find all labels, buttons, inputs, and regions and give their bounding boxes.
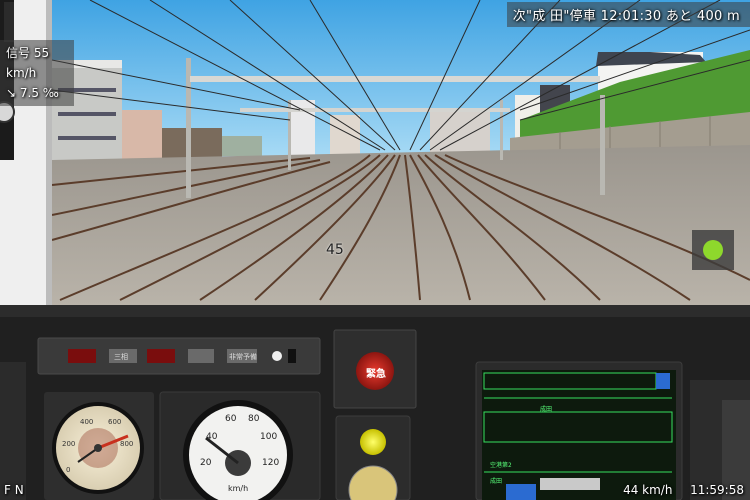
gauge-tick-800: 800 [120, 440, 134, 448]
monitor-station-tag: 成田 [540, 406, 553, 413]
dashboard [0, 305, 750, 500]
monitor-row-1: 空港第2 [490, 462, 512, 469]
gauge-tick-200: 200 [62, 440, 76, 448]
speedo-tick-120: 120 [262, 458, 280, 468]
emergency-label: 緊急 [366, 369, 386, 380]
gauge-tick-0: 0 [66, 466, 71, 474]
next-stop-indicator: 次"成 田"停車 12:01:30 あと 400 m [506, 2, 750, 27]
panel-label-reserve: 非常予備 [229, 353, 257, 361]
green-lamp-icon [703, 240, 723, 260]
current-speed: 44 km/h [623, 483, 673, 497]
signal-lamp [360, 429, 386, 455]
monitor-row-2: 成田 [490, 478, 503, 485]
signal-info-panel: 信号 55 km/h ↘ 7.5 ‰ [0, 40, 74, 106]
speedo-tick-40: 40 [206, 432, 218, 442]
gradient-indicator: ↘ 7.5 ‰ [6, 86, 59, 100]
reverser-indicator: F N [4, 483, 24, 497]
speedo-tick-100: 100 [260, 432, 278, 442]
speedo-tick-20: 20 [200, 458, 212, 468]
panel-label-sanso: 三相 [114, 353, 128, 361]
gauge-tick-600: 600 [108, 418, 122, 426]
speedometer-unit: km/h [228, 484, 249, 493]
speedo-tick-60: 60 [225, 414, 237, 424]
gauge-tick-400: 400 [80, 418, 94, 426]
game-clock: 11:59:58 [690, 483, 744, 497]
status-bar: 44 km/h 11:59:58 [623, 483, 744, 497]
speedo-tick-80: 80 [248, 414, 260, 424]
signal-speed: 信号 55 km/h [6, 46, 50, 80]
kilometer-post: 45 [326, 242, 344, 258]
